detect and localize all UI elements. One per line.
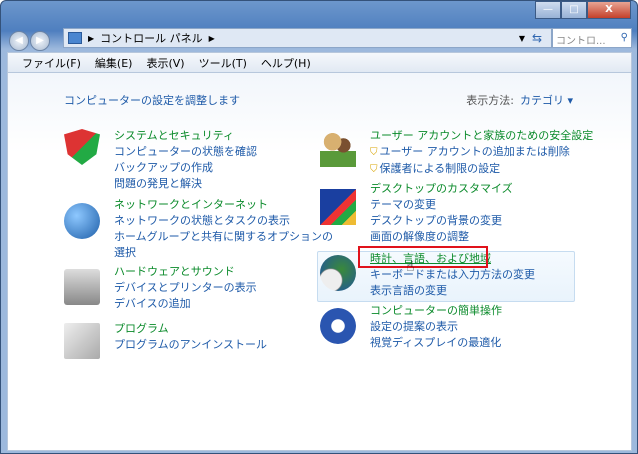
- content-area: コンピューターの設定を調整します 表示方法: カテゴリ ▾ システムとセキュリティ…: [7, 73, 632, 451]
- link[interactable]: バックアップの作成: [114, 160, 257, 176]
- breadcrumb-arrow-icon: ▶: [208, 33, 215, 43]
- highlight-annotation: [358, 246, 488, 268]
- hand-cursor-icon: ☝: [406, 259, 415, 275]
- menu-help[interactable]: ヘルプ(H): [261, 55, 311, 71]
- category-title[interactable]: デスクトップのカスタマイズ: [370, 181, 513, 197]
- breadcrumb-control-panel[interactable]: コントロール パネル: [100, 30, 203, 46]
- link[interactable]: 表示言語の変更: [370, 283, 535, 299]
- dropdown-icon[interactable]: ▼: [519, 34, 525, 43]
- category-title[interactable]: ユーザー アカウントと家族のための安全設定: [370, 128, 593, 144]
- link[interactable]: 画面の解像度の調整: [370, 229, 513, 245]
- category-title[interactable]: ネットワークとインターネット: [114, 197, 333, 213]
- menu-bar: ファイル(F) 編集(E) 表示(V) ツール(T) ヘルプ(H): [7, 52, 632, 73]
- category-appearance: デスクトップのカスタマイズ テーマの変更 デスクトップの背景の変更 画面の解像度…: [370, 181, 513, 245]
- category-system-security: システムとセキュリティ コンピューターの状態を確認 バックアップの作成 問題の発…: [114, 128, 257, 192]
- link[interactable]: ネットワークの状態とタスクの表示: [114, 213, 333, 229]
- back-button[interactable]: ◀: [9, 31, 29, 51]
- programs-disc-icon: [64, 323, 100, 359]
- breadcrumb-arrow-icon: ▶: [88, 33, 95, 43]
- link[interactable]: ホームグループと共有に関するオプションの: [114, 229, 333, 245]
- link[interactable]: デバイスとプリンターの表示: [114, 280, 257, 296]
- desktop-customize-icon: [320, 189, 356, 225]
- view-by: 表示方法: カテゴリ ▾: [466, 94, 573, 107]
- view-by-dropdown[interactable]: カテゴリ ▾: [520, 94, 573, 107]
- link[interactable]: 問題の発見と解決: [114, 176, 257, 192]
- system-security-icon: [64, 129, 100, 165]
- link[interactable]: キーボードまたは入力方法の変更: [370, 267, 535, 283]
- link[interactable]: 選択: [114, 245, 333, 261]
- link[interactable]: テーマの変更: [370, 197, 513, 213]
- clock-globe-icon: [320, 255, 356, 291]
- link[interactable]: デスクトップの背景の変更: [370, 213, 513, 229]
- close-button[interactable]: X: [587, 1, 631, 19]
- control-panel-window: — □ X ◀ ▶ ▶ コントロール パネル ▶ ▼ ⇆ コントロ... ⚲ ファ…: [0, 0, 638, 454]
- printer-icon: [64, 269, 100, 305]
- page-title: コンピューターの設定を調整します: [64, 94, 240, 107]
- menu-edit[interactable]: 編集(E): [95, 55, 133, 71]
- category-ease-of-access: コンピューターの簡単操作 設定の提案の表示 視覚ディスプレイの最適化: [370, 303, 502, 351]
- link[interactable]: コンピューターの状態を確認: [114, 144, 257, 160]
- link[interactable]: 設定の提案の表示: [370, 319, 502, 335]
- maximize-button[interactable]: □: [561, 1, 587, 19]
- link[interactable]: デバイスの追加: [114, 296, 257, 312]
- category-hardware: ハードウェアとサウンド デバイスとプリンターの表示 デバイスの追加: [114, 264, 257, 312]
- category-programs: プログラム プログラムのアンインストール: [114, 321, 267, 353]
- category-user-accounts: ユーザー アカウントと家族のための安全設定 ⛉ ユーザー アカウントの追加または削…: [370, 128, 593, 178]
- forward-button[interactable]: ▶: [30, 31, 50, 51]
- category-title[interactable]: ハードウェアとサウンド: [114, 264, 257, 280]
- search-icon[interactable]: ⚲: [621, 32, 628, 44]
- uac-shield-icon: ⛉: [370, 164, 378, 175]
- refresh-icon[interactable]: ⇆: [528, 28, 546, 48]
- minimize-button[interactable]: —: [535, 1, 561, 19]
- uac-shield-icon: ⛉: [370, 147, 378, 158]
- address-bar[interactable]: ▶ コントロール パネル ▶ ▼: [63, 28, 552, 48]
- menu-file[interactable]: ファイル(F): [22, 55, 81, 71]
- menu-view[interactable]: 表示(V): [146, 55, 184, 71]
- control-panel-icon: [68, 32, 82, 44]
- category-network: ネットワークとインターネット ネットワークの状態とタスクの表示 ホームグループと…: [114, 197, 333, 261]
- ease-of-access-icon: [320, 308, 356, 344]
- users-icon: [320, 131, 356, 167]
- menu-tools[interactable]: ツール(T): [199, 55, 247, 71]
- link[interactable]: プログラムのアンインストール: [114, 337, 267, 353]
- link[interactable]: ⛉ ユーザー アカウントの追加または削除: [370, 144, 593, 161]
- category-title[interactable]: コンピューターの簡単操作: [370, 303, 502, 319]
- search-input[interactable]: コントロ... ⚲: [552, 28, 632, 48]
- network-globe-icon: [64, 203, 100, 239]
- category-title[interactable]: プログラム: [114, 321, 267, 337]
- link[interactable]: ⛉ 保護者による制限の設定: [370, 161, 593, 178]
- link[interactable]: 視覚ディスプレイの最適化: [370, 335, 502, 351]
- category-title[interactable]: システムとセキュリティ: [114, 128, 257, 144]
